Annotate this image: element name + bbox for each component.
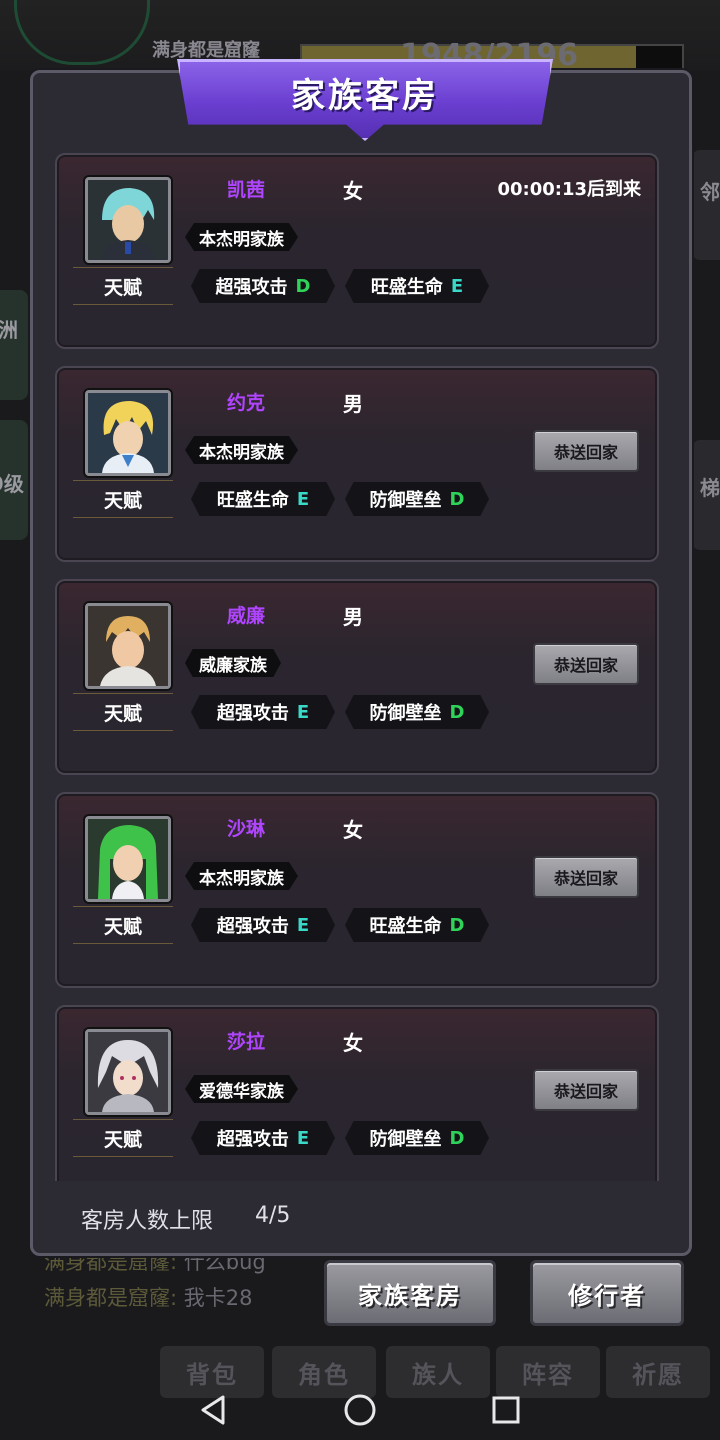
avatar-cyan-hair-icon xyxy=(85,177,171,263)
guest-card: 沙琳 女 本杰明家族 恭送回家 天赋 超强攻击 E 旺盛生命 D xyxy=(55,792,659,988)
family-tag: 威廉家族 xyxy=(185,649,281,677)
family-tag: 爱德华家族 xyxy=(185,1075,298,1103)
side-button-left-1[interactable]: 洲 xyxy=(0,290,28,400)
family-tag: 本杰明家族 xyxy=(185,862,298,890)
back-icon[interactable] xyxy=(196,1392,232,1428)
guest-list[interactable]: 凯茜 女 00:00:13后到来 本杰明家族 天赋 超强攻击D 旺盛生命E xyxy=(51,153,671,1181)
guest-name: 凯茜 xyxy=(227,179,266,201)
talent-pill: 超强攻击 D xyxy=(191,269,335,303)
guest-gender: 女 xyxy=(343,1031,363,1055)
guest-room-button[interactable]: 家族客房 xyxy=(324,1260,496,1326)
send-home-button[interactable]: 恭送回家 xyxy=(533,1069,639,1111)
talent-grade: D xyxy=(449,488,465,510)
talent-label: 天赋 xyxy=(73,693,173,731)
side-button-right-1[interactable]: 邻 xyxy=(692,150,720,260)
talent-pill: 超强攻击 E xyxy=(191,1121,335,1155)
guest-card: 约克 男 本杰明家族 恭送回家 天赋 旺盛生命 E 防御壁垒 D xyxy=(55,366,659,562)
dialog-title: 家族客房 xyxy=(291,76,439,116)
talent-pill: 旺盛生命 E xyxy=(345,269,489,303)
guest-name: 沙琳 xyxy=(227,818,266,840)
family-tag: 本杰明家族 xyxy=(185,436,298,464)
talent-label: 天赋 xyxy=(73,1119,173,1157)
guest-gender: 女 xyxy=(343,179,363,203)
dialog-title-banner: 家族客房 xyxy=(177,59,553,141)
arrival-timer: 00:00:13后到来 xyxy=(497,179,641,200)
side-button-left-2[interactable]: 9级 xyxy=(0,420,28,540)
guest-gender: 男 xyxy=(343,392,363,416)
recents-icon[interactable] xyxy=(488,1392,524,1428)
avatar-short-blonde-icon xyxy=(85,603,171,689)
send-home-button[interactable]: 恭送回家 xyxy=(533,856,639,898)
capacity-label: 客房人数上限 xyxy=(81,1209,214,1234)
guest-card: 莎拉 女 爱德华家族 恭送回家 天赋 超强攻击 E 防御壁垒 D xyxy=(55,1005,659,1181)
guest-card: 威廉 男 威廉家族 恭送回家 天赋 超强攻击 E 防御壁垒 D xyxy=(55,579,659,775)
guest-name: 莎拉 xyxy=(227,1031,266,1053)
talent-label: 天赋 xyxy=(73,480,173,518)
talent-pill: 防御壁垒 D xyxy=(345,482,489,516)
talent-pill: 防御壁垒 D xyxy=(345,695,489,729)
talent-grade: D xyxy=(449,701,465,723)
talent-pill: 旺盛生命 E xyxy=(191,482,335,516)
family-tag: 本杰明家族 xyxy=(185,223,298,251)
guest-gender: 男 xyxy=(343,605,363,629)
system-nav-bar xyxy=(0,1380,720,1440)
talent-pill: 超强攻击 E xyxy=(191,908,335,942)
guest-name: 约克 xyxy=(227,392,266,414)
talent-grade: E xyxy=(296,488,310,510)
talent-label: 天赋 xyxy=(73,906,173,944)
chat-line: 满身都是窟窿: 我卡28 xyxy=(44,1286,253,1310)
avatar-blonde-hair-icon xyxy=(85,390,171,476)
send-home-button[interactable]: 恭送回家 xyxy=(533,643,639,685)
avatar-green-hair-icon xyxy=(85,816,171,902)
player-name: 满身都是窟窿 xyxy=(152,40,260,61)
avatar-silver-hair-icon xyxy=(85,1029,171,1115)
talent-grade: E xyxy=(296,1127,310,1149)
talent-pill: 旺盛生命 D xyxy=(345,908,489,942)
talent-grade: E xyxy=(296,914,310,936)
guest-card: 凯茜 女 00:00:13后到来 本杰明家族 天赋 超强攻击 D 旺盛生命 E xyxy=(55,153,659,349)
capacity-value: 4/5 xyxy=(255,1203,291,1228)
talent-grade: D xyxy=(449,1127,465,1149)
cultivator-button[interactable]: 修行者 xyxy=(530,1260,684,1326)
side-button-right-2[interactable]: 梯 xyxy=(692,440,720,550)
talent-grade: E xyxy=(450,275,464,297)
guest-gender: 女 xyxy=(343,818,363,842)
talent-pill: 超强攻击 E xyxy=(191,695,335,729)
talent-grade: E xyxy=(296,701,310,723)
home-icon[interactable] xyxy=(342,1392,378,1428)
talent-pill: 防御壁垒 D xyxy=(345,1121,489,1155)
send-home-button[interactable]: 恭送回家 xyxy=(533,430,639,472)
talent-label: 天赋 xyxy=(73,267,173,305)
talent-grade: D xyxy=(295,275,311,297)
talent-grade: D xyxy=(449,914,465,936)
guest-name: 威廉 xyxy=(227,605,266,627)
guest-room-dialog: 家族客房 凯茜 女 00:00:13后到来 本杰明家族 天赋 超强攻击D 旺盛 xyxy=(30,59,692,1256)
